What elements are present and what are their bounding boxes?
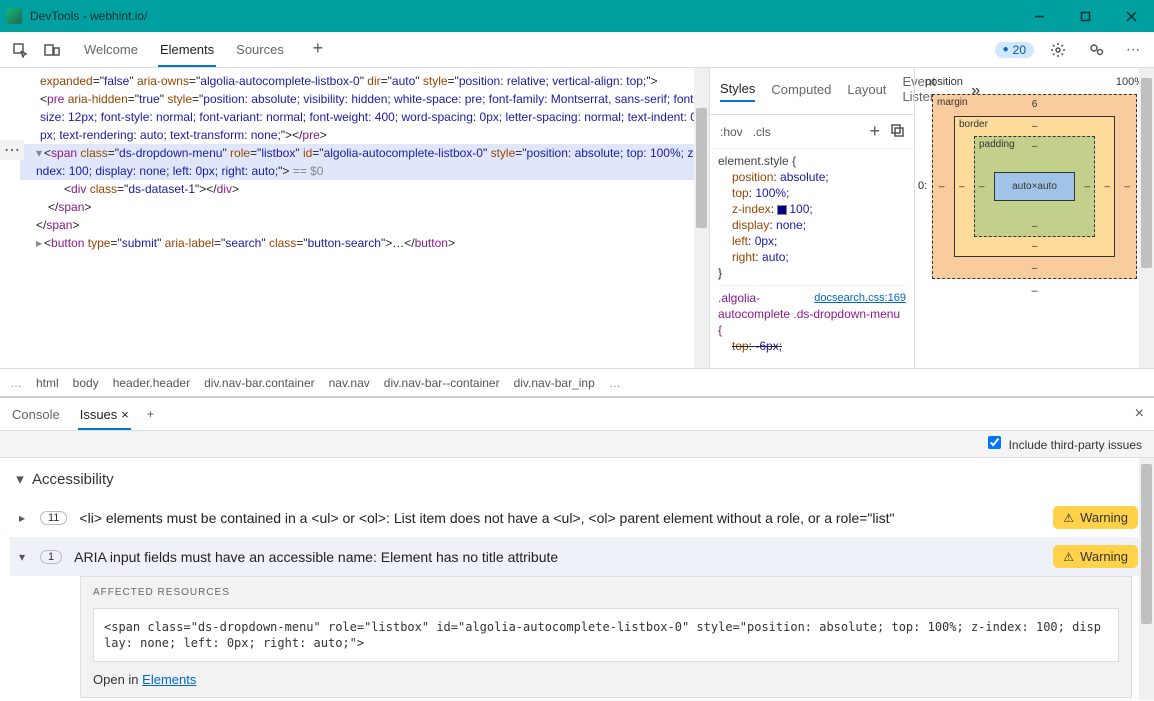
add-drawer-tab-icon[interactable]: + (147, 407, 154, 421)
close-button[interactable] (1108, 0, 1154, 32)
left-overflow[interactable]: ⋯ (0, 140, 24, 160)
drawer-tab-console[interactable]: Console (10, 401, 62, 428)
css-source-link[interactable]: docsearch.css:169 (814, 290, 906, 306)
issue-text: ARIA input fields must have an accessibl… (74, 547, 1041, 567)
tab-elements[interactable]: Elements (158, 34, 216, 65)
app-icon (6, 8, 22, 24)
drawer-close-icon[interactable]: × (1135, 405, 1144, 423)
more-icon[interactable]: ⋯ (1120, 36, 1148, 64)
add-tab-icon[interactable]: + (304, 34, 332, 62)
styles-tab-layout[interactable]: Layout (847, 82, 886, 101)
include-third-party-checkbox[interactable]: Include third-party issues (988, 436, 1142, 452)
affected-resources: AFFECTED RESOURCES <span class="ds-dropd… (80, 576, 1132, 698)
main-toolbar: Welcome Elements Sources + 20 ⋯ (0, 32, 1154, 68)
styles-tab-computed[interactable]: Computed (771, 82, 831, 101)
issues-section-header[interactable]: ▾Accessibility (10, 464, 1144, 498)
crumb[interactable]: header.header (113, 376, 190, 390)
tab-welcome[interactable]: Welcome (82, 34, 140, 65)
new-rule-icon[interactable]: + (869, 121, 880, 142)
crumb[interactable]: body (73, 376, 99, 390)
maximize-button[interactable] (1062, 0, 1108, 32)
issues-counter[interactable]: 20 (995, 42, 1034, 58)
crumb[interactable]: div.nav-bar--container (384, 376, 500, 390)
drawer: Console Issues × + × Include third-party… (0, 396, 1154, 700)
issue-row[interactable]: ▸ 11 <li> elements must be contained in … (10, 498, 1144, 537)
inspect-icon[interactable] (6, 36, 34, 64)
hov-toggle[interactable]: :hov (720, 125, 743, 139)
crumb[interactable]: nav.nav (329, 376, 370, 390)
crumb[interactable]: div.nav-bar_inp (514, 376, 595, 390)
rule-selector[interactable]: element.style { (718, 153, 906, 169)
device-toggle-icon[interactable] (38, 36, 66, 64)
shadow-editor-icon[interactable] (890, 123, 904, 140)
expand-icon[interactable]: ▾ (16, 550, 28, 564)
elements-tree[interactable]: expanded="false" aria-owns="algolia-auto… (0, 68, 709, 368)
selected-node[interactable]: ▾<span class="ds-dropdown-menu" role="li… (20, 144, 703, 180)
close-tab-icon[interactable]: × (121, 407, 129, 422)
crumb[interactable]: div.nav-bar.container (204, 376, 315, 390)
styles-tab-styles[interactable]: Styles (720, 81, 755, 102)
affected-code[interactable]: <span class="ds-dropdown-menu" role="lis… (93, 608, 1119, 662)
feedback-icon[interactable] (1082, 36, 1110, 64)
breadcrumb[interactable]: … html body header.header div.nav-bar.co… (0, 368, 1154, 396)
issue-count-badge: 11 (40, 511, 67, 525)
color-chip[interactable] (777, 205, 787, 215)
minimize-button[interactable] (1016, 0, 1062, 32)
settings-icon[interactable] (1044, 36, 1072, 64)
open-in-elements-link[interactable]: Elements (142, 672, 196, 687)
warning-badge: Warning (1053, 545, 1138, 568)
tab-sources[interactable]: Sources (234, 34, 286, 65)
issues-scrollbar[interactable] (1139, 458, 1154, 700)
issue-count-badge: 1 (40, 550, 62, 564)
titlebar: DevTools - webhint.io/ (0, 0, 1154, 32)
window-title: DevTools - webhint.io/ (30, 9, 1016, 23)
issue-text: <li> elements must be contained in a <ul… (79, 508, 1041, 528)
warning-badge: Warning (1053, 506, 1138, 529)
boxmodel-panel: position100% 0: margin 6 – – – border – … (914, 68, 1154, 368)
boxmodel-scrollbar[interactable] (1139, 68, 1154, 368)
drawer-tab-issues[interactable]: Issues × (78, 401, 131, 428)
expand-icon[interactable]: ▸ (16, 511, 28, 525)
affected-resources-title: AFFECTED RESOURCES (93, 587, 1119, 598)
cls-toggle[interactable]: .cls (753, 125, 771, 139)
issue-row[interactable]: ▾ 1 ARIA input fields must have an acces… (10, 537, 1144, 576)
styles-panel: Styles Computed Layout Event Listeners »… (709, 68, 914, 368)
elements-scrollbar[interactable] (694, 68, 709, 368)
crumb[interactable]: html (36, 376, 59, 390)
